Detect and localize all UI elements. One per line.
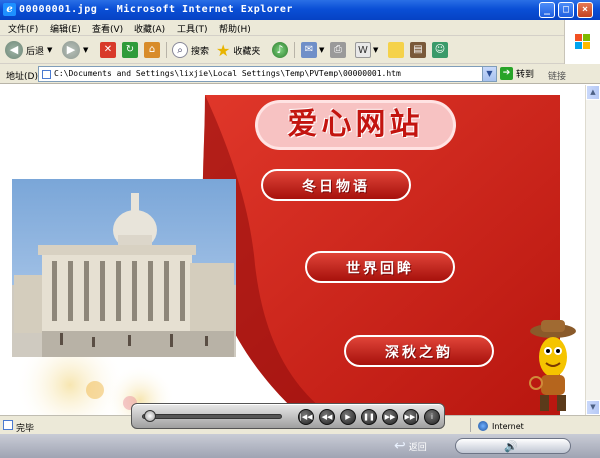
book-icon: ▤: [410, 42, 426, 58]
toolbar: ◀ 后退 ▼ ▶ ▼ ✕ ↻ ⌂ ⌕ 搜索 ★ 收藏夹 ♪ ✉ ▼ ⎙ W ▼ …: [0, 36, 564, 64]
printer-icon: ⎙: [330, 42, 346, 58]
back-label: 后退: [26, 46, 45, 57]
progress-thumb[interactable]: [144, 410, 157, 422]
play-button[interactable]: ▶: [340, 409, 356, 425]
refresh-icon: ↻: [122, 42, 138, 58]
menu-file[interactable]: 文件(F): [8, 22, 38, 35]
chevron-down-icon: ▼: [373, 46, 379, 54]
volume-slider[interactable]: 🔊: [455, 438, 571, 454]
forward-arrow-icon: ▶: [62, 41, 80, 59]
speaker-icon: 🔊: [504, 440, 518, 453]
stop-icon: ✕: [100, 42, 116, 58]
stop-button[interactable]: ✕: [100, 40, 116, 60]
zone-label: Internet: [492, 421, 524, 431]
research-button[interactable]: ▤: [410, 40, 426, 60]
favorites-label: 收藏夹: [233, 46, 261, 57]
address-input[interactable]: C:\Documents and Settings\lixjie\Local S…: [38, 66, 497, 82]
messenger-button[interactable]: ☺: [432, 40, 448, 60]
edit-button[interactable]: W ▼: [355, 40, 378, 60]
progress-track[interactable]: [142, 414, 282, 419]
forward-button[interactable]: ▶ ▼: [62, 40, 88, 60]
go-label: 转到: [516, 70, 535, 80]
search-button[interactable]: ⌕ 搜索: [172, 40, 209, 60]
security-zone: Internet: [478, 421, 524, 431]
home-icon: ⌂: [144, 42, 160, 58]
maximize-button[interactable]: □: [558, 2, 574, 18]
windows-logo: [564, 20, 600, 64]
edit-icon: W: [355, 42, 371, 58]
previous-button[interactable]: ◀◀: [319, 409, 335, 425]
status-divider: [470, 418, 471, 432]
back-button[interactable]: ◀ 后退 ▼: [5, 40, 52, 60]
home-button[interactable]: ⌂: [144, 40, 160, 60]
go-button[interactable]: ➔ 转到: [500, 67, 534, 80]
mail-icon: ✉: [301, 42, 317, 58]
scroll-down-button[interactable]: ▼: [586, 400, 600, 415]
toolbar-separator: [294, 42, 295, 58]
go-arrow-icon: ➔: [500, 67, 513, 80]
back-arrow-icon: ◀: [5, 41, 23, 59]
address-dropdown-button[interactable]: ▼: [482, 67, 496, 81]
toolbar-separator: [166, 42, 167, 58]
cowboy-mascot: [529, 320, 576, 411]
return-label: 返回: [408, 442, 427, 453]
pause-button[interactable]: ❚❚: [361, 409, 377, 425]
menu-link-autumn-charm[interactable]: 深秋之韵: [345, 342, 493, 362]
close-button[interactable]: ×: [577, 2, 593, 18]
return-arrow-icon: ↩: [394, 438, 406, 454]
viewer-bottom-bar: ↩ 返回 🔊: [0, 434, 600, 458]
vertical-scrollbar[interactable]: ▲ ▼: [585, 85, 600, 415]
minimize-button[interactable]: _: [539, 2, 555, 18]
last-button[interactable]: ▶▶|: [403, 409, 419, 425]
menu-tools[interactable]: 工具(T): [177, 22, 208, 35]
address-bar: 地址(D) C:\Documents and Settings\lixjie\L…: [0, 64, 600, 84]
menu-bar: 文件(F) 编辑(E) 查看(V) 收藏(A) 工具(T) 帮助(H): [0, 20, 600, 36]
info-button[interactable]: i: [424, 409, 440, 425]
media-player: |◀◀ ◀◀ ▶ ❚❚ ▶▶ ▶▶| i: [131, 403, 445, 429]
scroll-up-button[interactable]: ▲: [586, 85, 600, 100]
ie-icon: e: [3, 3, 16, 16]
discuss-button[interactable]: [388, 40, 404, 60]
menu-help[interactable]: 帮助(H): [219, 22, 251, 35]
window-title: 00000001.jpg - Microsoft Internet Explor…: [19, 4, 293, 15]
cathedral-photo: [12, 179, 236, 357]
menu-link-winter-story[interactable]: 冬日物语: [262, 176, 410, 196]
page-icon: [42, 70, 51, 79]
chevron-down-icon: ▼: [319, 46, 325, 54]
menu-favorites[interactable]: 收藏(A): [134, 22, 165, 35]
page-content: 爱心网站 冬日物语 世界回眸 深秋之韵: [0, 85, 585, 415]
messenger-icon: ☺: [432, 42, 448, 58]
mail-button[interactable]: ✉ ▼: [301, 40, 324, 60]
refresh-button[interactable]: ↻: [122, 40, 138, 60]
star-icon: ★: [216, 40, 231, 60]
print-button[interactable]: ⎙: [330, 40, 346, 60]
next-button[interactable]: ▶▶: [382, 409, 398, 425]
note-icon: [388, 42, 404, 58]
menu-view[interactable]: 查看(V): [92, 22, 123, 35]
title-bar: e 00000001.jpg - Microsoft Internet Expl…: [0, 0, 600, 20]
chevron-down-icon: ▼: [83, 46, 89, 54]
search-label: 搜索: [191, 46, 210, 57]
menu-edit[interactable]: 编辑(E): [50, 22, 81, 35]
chevron-down-icon: ▼: [47, 46, 53, 54]
globe-icon: [478, 421, 488, 431]
address-value: C:\Documents and Settings\lixjie\Local S…: [54, 69, 401, 78]
status-text: 完毕: [16, 424, 35, 434]
site-title: 爱心网站: [287, 107, 424, 142]
return-button[interactable]: ↩ 返回: [394, 438, 427, 454]
page-icon: [3, 420, 13, 430]
media-button[interactable]: ♪: [272, 40, 288, 60]
favorites-button[interactable]: ★ 收藏夹: [216, 40, 260, 60]
address-label: 地址(D): [6, 72, 38, 82]
media-icon: ♪: [272, 42, 288, 58]
search-icon: ⌕: [172, 42, 188, 58]
links-button[interactable]: 链接: [548, 69, 566, 82]
menu-link-world-glance[interactable]: 世界回眸: [306, 258, 454, 278]
first-button[interactable]: |◀◀: [298, 409, 314, 425]
